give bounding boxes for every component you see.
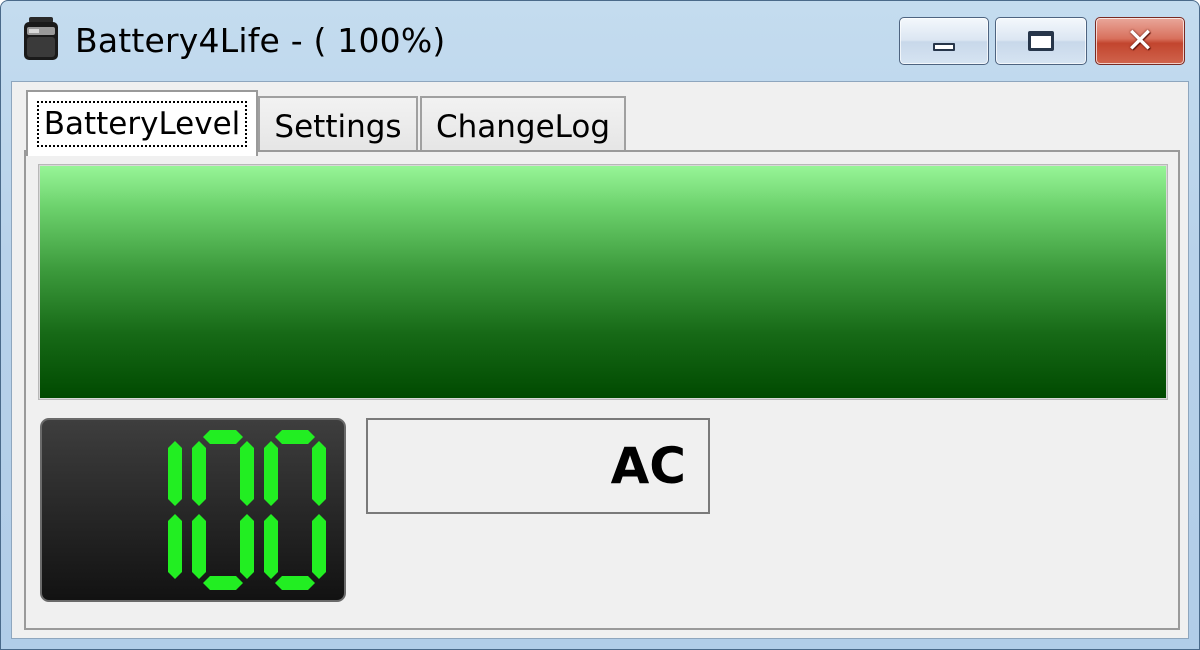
maximize-icon [1028, 31, 1054, 51]
digit-2-segment-b [240, 441, 254, 506]
digit-2-segment-d [203, 576, 243, 590]
client-area: BatteryLevel Settings ChangeLog AC [11, 81, 1189, 639]
seven-segment-digits [168, 430, 326, 590]
digit-2-segment-a [203, 430, 243, 444]
close-icon: ✕ [1125, 21, 1155, 61]
digit-3-segment-f [264, 441, 278, 506]
app-window: Battery4Life - ( 100%) ✕ BatteryLevel Se… [0, 0, 1200, 650]
battery-percent-display [40, 418, 346, 602]
battery-level-bar [38, 164, 1168, 400]
close-button[interactable]: ✕ [1095, 17, 1185, 65]
minimize-icon [933, 43, 955, 51]
title-bar[interactable]: Battery4Life - ( 100%) ✕ [1, 1, 1199, 83]
power-source-box: AC [366, 418, 710, 514]
digit-3-segment-c [312, 514, 326, 579]
tab-label: Settings [274, 109, 402, 145]
digit-2-segment-c [240, 514, 254, 579]
tab-battery-level[interactable]: BatteryLevel [26, 90, 258, 156]
digit-1-segment-b [168, 441, 182, 506]
digit-2-segment-e [192, 514, 206, 579]
minimize-button[interactable] [899, 17, 989, 65]
tab-settings[interactable]: Settings [258, 96, 418, 156]
digit-1-segment-c [168, 514, 182, 579]
battery-icon [23, 17, 59, 61]
maximize-button[interactable] [995, 17, 1087, 65]
digit-2-segment-f [192, 441, 206, 506]
digit-3-segment-b [312, 441, 326, 506]
battery-level-fill [40, 166, 1166, 398]
window-title: Battery4Life - ( 100%) [75, 21, 446, 60]
battery-level-panel: AC [24, 150, 1180, 630]
tab-changelog[interactable]: ChangeLog [420, 96, 626, 156]
power-source-label: AC [610, 437, 686, 495]
digit-3-segment-e [264, 514, 278, 579]
tab-label: ChangeLog [435, 109, 611, 145]
digit-3-segment-d [275, 576, 315, 590]
digit-3-segment-a [275, 430, 315, 444]
tab-label: BatteryLevel [36, 101, 248, 147]
